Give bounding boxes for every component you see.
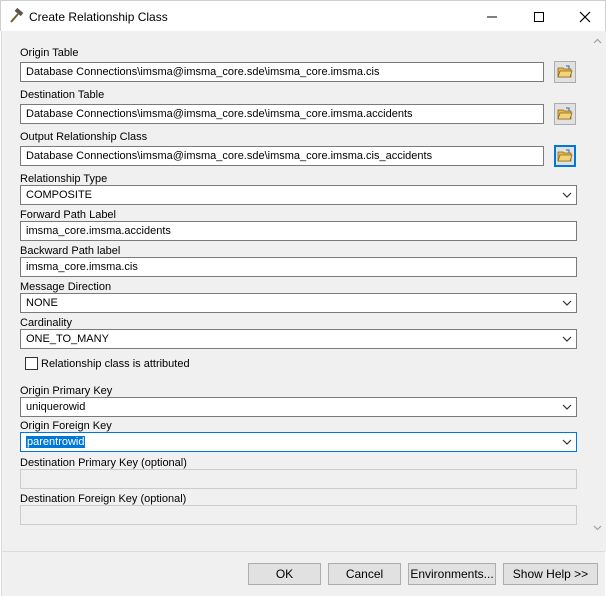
chevron-down-icon [562, 192, 572, 198]
cardinality-value: ONE_TO_MANY [26, 333, 109, 345]
origin-table-label: Origin Table [20, 47, 79, 59]
origin-foreign-key-select[interactable]: parentrowid [20, 432, 577, 452]
destination-foreign-key-label: Destination Foreign Key (optional) [20, 493, 187, 505]
destination-foreign-key-input[interactable] [20, 505, 577, 525]
attributed-checkbox[interactable] [25, 357, 38, 370]
chevron-down-icon [562, 439, 572, 445]
origin-foreign-key-value: parentrowid [26, 436, 86, 448]
open-folder-icon [557, 65, 573, 78]
destination-primary-key-input[interactable] [20, 469, 577, 489]
open-folder-icon [557, 107, 573, 120]
forward-path-label-input[interactable]: imsma_core.imsma.accidents [20, 221, 577, 241]
cancel-button[interactable]: Cancel [328, 563, 401, 585]
backward-path-label-input[interactable]: imsma_core.imsma.cis [20, 257, 577, 277]
cardinality-select[interactable]: ONE_TO_MANY [20, 329, 577, 349]
chevron-down-icon [562, 336, 572, 342]
environments-button[interactable]: Environments... [408, 563, 496, 585]
attributed-checkbox-label: Relationship class is attributed [41, 358, 190, 370]
show-help-button[interactable]: Show Help >> [503, 563, 598, 585]
destination-table-label: Destination Table [20, 89, 105, 101]
minimize-button[interactable] [469, 1, 515, 32]
maximize-button[interactable] [516, 1, 562, 32]
ok-button[interactable]: OK [248, 563, 321, 585]
title-bar: Create Relationship Class [0, 0, 606, 31]
output-relationship-class-browse-button[interactable] [554, 145, 576, 167]
origin-primary-key-label: Origin Primary Key [20, 385, 113, 397]
hammer-icon [10, 7, 24, 23]
forward-path-label-label: Forward Path Label [20, 209, 116, 221]
chevron-down-icon [562, 300, 572, 306]
window-title: Create Relationship Class [29, 10, 168, 24]
output-relationship-class-input[interactable]: Database Connections\imsma@imsma_core.sd… [20, 146, 544, 166]
destination-table-input[interactable]: Database Connections\imsma@imsma_core.sd… [20, 104, 544, 124]
dialog-body: Origin Table Database Connections\imsma@… [1, 31, 606, 551]
parameters-panel: Origin Table Database Connections\imsma@… [2, 31, 588, 551]
open-folder-icon [557, 149, 573, 162]
destination-table-browse-button[interactable] [554, 103, 576, 125]
scroll-down-icon[interactable] [593, 523, 602, 532]
message-direction-label: Message Direction [20, 281, 112, 293]
minimize-icon [487, 16, 497, 17]
vertical-scrollbar[interactable] [589, 31, 606, 551]
close-button[interactable] [562, 1, 606, 32]
message-direction-value: NONE [26, 297, 58, 309]
button-bar: OK Cancel Environments... Show Help >> [1, 551, 605, 596]
destination-primary-key-label: Destination Primary Key (optional) [20, 457, 187, 469]
origin-foreign-key-label: Origin Foreign Key [20, 420, 112, 432]
origin-primary-key-value: uniquerowid [26, 401, 86, 413]
maximize-icon [534, 11, 544, 22]
output-relationship-class-label: Output Relationship Class [20, 131, 148, 143]
cardinality-label: Cardinality [20, 317, 72, 329]
message-direction-select[interactable]: NONE [20, 293, 577, 313]
chevron-down-icon [562, 404, 572, 410]
origin-primary-key-select[interactable]: uniquerowid [20, 397, 577, 417]
backward-path-label-label: Backward Path label [20, 245, 121, 257]
relationship-type-select[interactable]: COMPOSITE [20, 185, 577, 205]
relationship-type-value: COMPOSITE [26, 189, 93, 201]
origin-table-browse-button[interactable] [554, 61, 576, 83]
close-icon [579, 11, 591, 22]
relationship-type-label: Relationship Type [20, 173, 108, 185]
scroll-up-icon[interactable] [593, 37, 602, 46]
origin-table-input[interactable]: Database Connections\imsma@imsma_core.sd… [20, 62, 544, 82]
